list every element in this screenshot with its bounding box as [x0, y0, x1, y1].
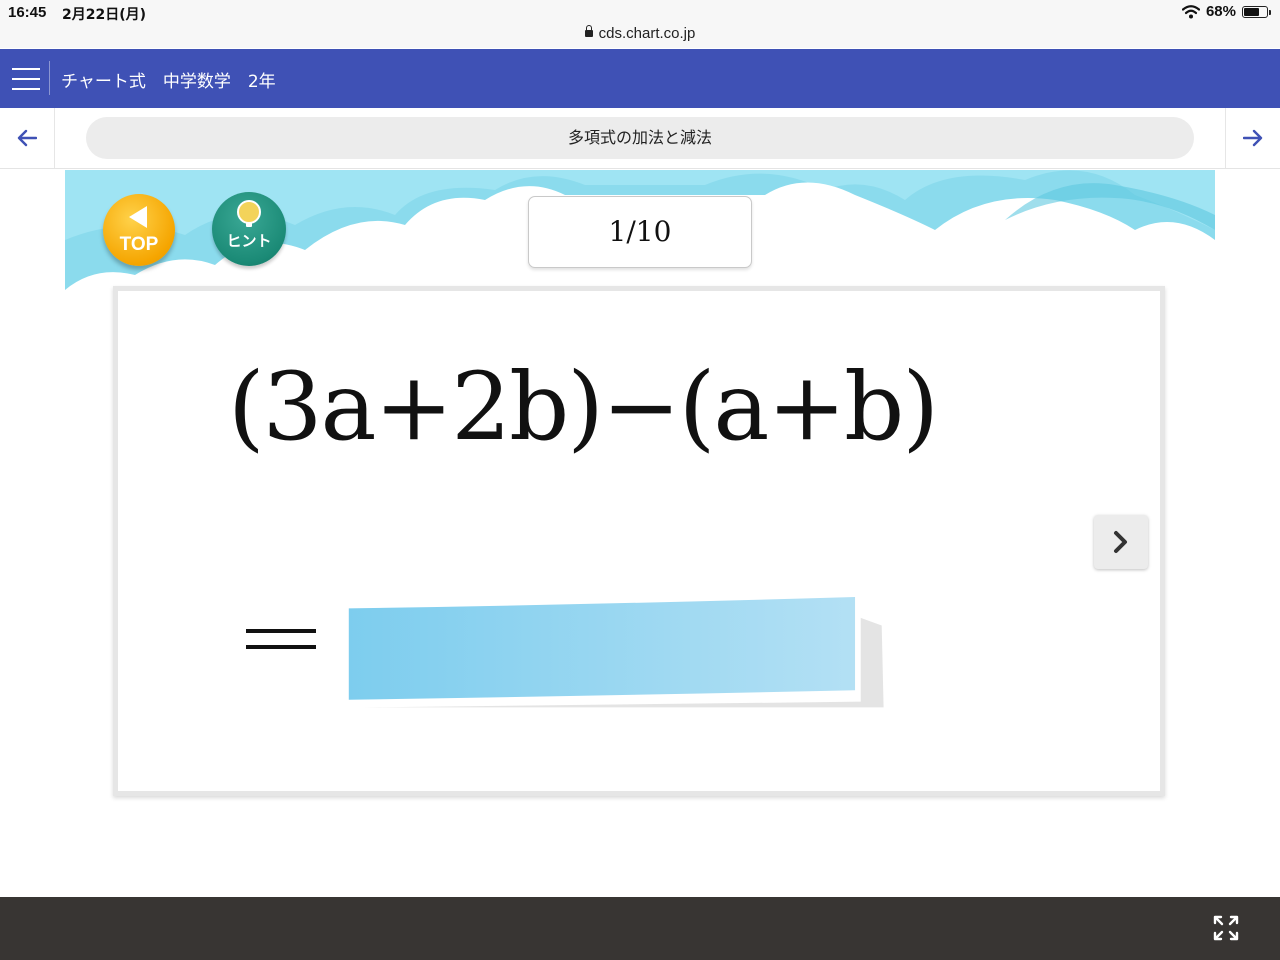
- chevron-right-icon: [1114, 531, 1127, 553]
- question-progress: 1/10: [528, 196, 752, 268]
- address-bar[interactable]: cds.chart.co.jp: [0, 25, 1280, 42]
- triangle-left-icon: [129, 206, 147, 228]
- bottom-toolbar: [0, 897, 1280, 960]
- top-button[interactable]: TOP: [103, 194, 175, 266]
- status-time: 16:45: [8, 4, 47, 21]
- previous-lesson-button[interactable]: [0, 108, 55, 168]
- lightbulb-icon: [237, 200, 261, 227]
- battery-percent: 68%: [1205, 3, 1236, 20]
- address-url: cds.chart.co.jp: [598, 25, 696, 42]
- next-question-button[interactable]: [1094, 515, 1148, 569]
- lock-icon: [584, 25, 593, 37]
- status-indicators: 68%: [1181, 3, 1271, 20]
- next-lesson-button[interactable]: [1225, 108, 1280, 168]
- equals-sign: [246, 629, 316, 661]
- arrow-left-icon: [17, 129, 37, 147]
- header-divider: [49, 61, 50, 95]
- menu-button[interactable]: [12, 68, 40, 90]
- exercise-stage: TOP ヒント 1/10 (3a+2b)−(a+b): [65, 170, 1215, 810]
- app-header: チャート式 中学数学 2年: [0, 49, 1280, 108]
- fullscreen-icon[interactable]: [1212, 914, 1240, 942]
- lesson-nav: 多項式の加法と減法: [0, 108, 1280, 169]
- hint-button-label: ヒント: [226, 232, 272, 250]
- lesson-title: 多項式の加法と減法: [86, 117, 1194, 159]
- top-button-label: TOP: [119, 234, 159, 255]
- question-card: (3a+2b)−(a+b): [113, 286, 1165, 796]
- battery-icon: [1242, 5, 1271, 18]
- app-title: チャート式 中学数学 2年: [61, 72, 276, 92]
- answer-input[interactable]: [340, 597, 900, 715]
- answer-area: [340, 597, 910, 721]
- hint-button[interactable]: ヒント: [212, 192, 286, 266]
- wifi-icon: [1181, 4, 1200, 18]
- question-expression: (3a+2b)−(a+b): [228, 353, 939, 462]
- arrow-right-icon: [1243, 129, 1263, 147]
- status-bar: 16:45 2月22日(月) cds.chart.co.jp 68%: [0, 0, 1280, 48]
- status-date: 2月22日(月): [62, 7, 147, 23]
